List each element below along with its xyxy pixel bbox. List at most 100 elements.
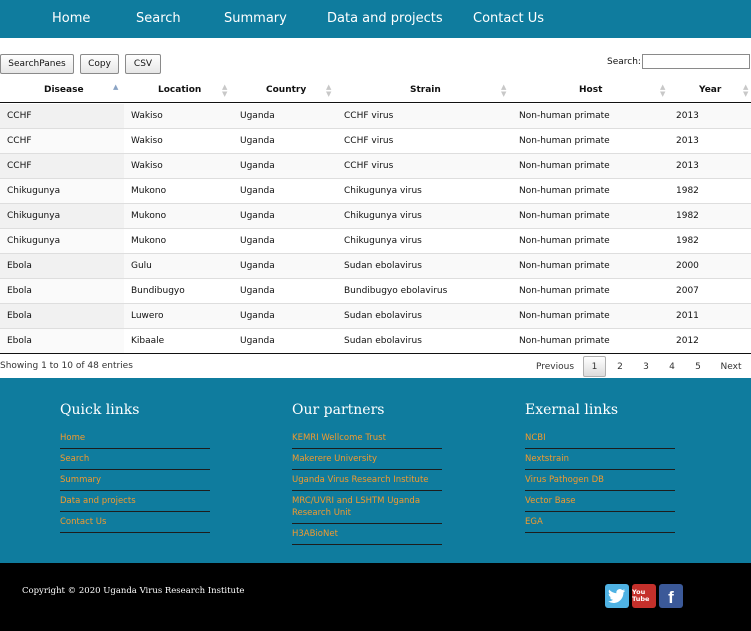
pagination-page-2[interactable]: 2 (610, 356, 630, 377)
table-row: Ebola Bundibugyo Uganda Bundibugyo ebola… (0, 279, 751, 304)
youtube-icon[interactable]: You Tube (632, 584, 656, 608)
partners-section: Our partners KEMRI Wellcome Trust Makere… (292, 378, 442, 545)
cell-country: Uganda (240, 111, 275, 121)
pagination-page-1[interactable]: 1 (583, 356, 606, 377)
cell-host: Non-human primate (519, 186, 610, 196)
cell-disease: CCHF (7, 161, 32, 171)
footer-link-data-and-projects[interactable]: Data and projects (60, 491, 210, 512)
column-header-year[interactable]: Year (699, 85, 721, 95)
cell-location: Wakiso (131, 161, 163, 171)
footer-link-search[interactable]: Search (60, 449, 210, 470)
column-header-strain[interactable]: Strain (410, 85, 441, 95)
cell-host: Non-human primate (519, 211, 610, 221)
cell-host: Non-human primate (519, 136, 610, 146)
cell-strain: Sudan ebolavirus (344, 261, 422, 271)
pagination-page-3[interactable]: 3 (636, 356, 656, 377)
column-header-country[interactable]: Country (266, 85, 306, 95)
footer-link-summary[interactable]: Summary (60, 470, 210, 491)
cell-location: Wakiso (131, 136, 163, 146)
cell-country: Uganda (240, 261, 275, 271)
table-info: Showing 1 to 10 of 48 entries (0, 361, 133, 371)
cell-year: 1982 (676, 211, 699, 221)
cell-year: 2000 (676, 261, 699, 271)
cell-host: Non-human primate (519, 311, 610, 321)
table-row: Ebola Gulu Uganda Sudan ebolavirus Non-h… (0, 254, 751, 279)
table-row: CCHF Wakiso Uganda CCHF virus Non-human … (0, 154, 751, 179)
cell-host: Non-human primate (519, 236, 610, 246)
cell-disease: Ebola (7, 261, 32, 271)
cell-disease: Ebola (7, 336, 32, 346)
copyright-bar: Copyright © 2020 Uganda Virus Research I… (0, 563, 751, 631)
column-header-location[interactable]: Location (158, 85, 201, 95)
cell-disease: Chikugunya (7, 211, 61, 221)
cell-year: 2013 (676, 161, 699, 171)
table-header: Disease ▲ Location ▲ ▼ Country ▲ ▼ Strain … (0, 80, 751, 103)
nav-contact-us[interactable]: Contact Us (473, 11, 544, 26)
sort-icon[interactable]: ▲ ▼ (743, 84, 748, 98)
facebook-icon[interactable]: f (659, 584, 683, 608)
cell-year: 2012 (676, 336, 699, 346)
partner-link-makerere[interactable]: Makerere University (292, 449, 442, 470)
pagination-previous[interactable]: Previous (532, 356, 578, 377)
cell-host: Non-human primate (519, 286, 610, 296)
table-row: Chikugunya Mukono Uganda Chikugunya viru… (0, 204, 751, 229)
partner-link-kemri[interactable]: KEMRI Wellcome Trust (292, 428, 442, 449)
cell-strain: CCHF virus (344, 136, 394, 146)
footer-link-contact-us[interactable]: Contact Us (60, 512, 210, 533)
cell-year: 1982 (676, 186, 699, 196)
external-link-ncbi[interactable]: NCBI (525, 428, 675, 449)
sort-icon[interactable]: ▲ ▼ (326, 84, 331, 98)
partner-link-mrc-uvri-lshtm[interactable]: MRC/UVRI and LSHTM Uganda Research Unit (292, 491, 442, 524)
partner-link-h3abionet[interactable]: H3ABioNet (292, 524, 442, 545)
copyright-text: Copyright © 2020 Uganda Virus Research I… (22, 586, 245, 596)
cell-host: Non-human primate (519, 336, 610, 346)
external-link-nextstrain[interactable]: Nextstrain (525, 449, 675, 470)
external-link-ega[interactable]: EGA (525, 512, 675, 533)
external-link-vector-base[interactable]: Vector Base (525, 491, 675, 512)
cell-location: Mukono (131, 211, 167, 221)
cell-country: Uganda (240, 336, 275, 346)
cell-location: Luwero (131, 311, 164, 321)
searchpanes-button[interactable]: SearchPanes (0, 54, 74, 74)
twitter-icon[interactable] (605, 584, 629, 608)
copy-button[interactable]: Copy (80, 54, 119, 74)
pagination-next[interactable]: Next (716, 356, 746, 377)
partner-link-uvri[interactable]: Uganda Virus Research Institute (292, 470, 442, 491)
cell-country: Uganda (240, 211, 275, 221)
nav-home[interactable]: Home (52, 11, 90, 26)
sort-asc-icon[interactable]: ▲ (113, 84, 118, 91)
cell-strain: CCHF virus (344, 161, 394, 171)
footer: Quick links Home Search Summary Data and… (0, 378, 751, 563)
search-input[interactable] (642, 54, 750, 69)
column-header-host[interactable]: Host (579, 85, 602, 95)
cell-location: Mukono (131, 236, 167, 246)
cell-host: Non-human primate (519, 161, 610, 171)
external-link-virus-pathogen-db[interactable]: Virus Pathogen DB (525, 470, 675, 491)
nav-summary[interactable]: Summary (224, 11, 287, 26)
nav-search[interactable]: Search (136, 11, 181, 26)
cell-disease: Ebola (7, 286, 32, 296)
cell-country: Uganda (240, 161, 275, 171)
sort-icon[interactable]: ▲ ▼ (660, 84, 665, 98)
cell-year: 1982 (676, 236, 699, 246)
cell-strain: Chikugunya virus (344, 211, 422, 221)
sort-icon[interactable]: ▲ ▼ (501, 84, 506, 98)
nav-data-and-projects[interactable]: Data and projects (327, 11, 443, 26)
footer-link-home[interactable]: Home (60, 428, 210, 449)
cell-host: Non-human primate (519, 261, 610, 271)
cell-disease: CCHF (7, 111, 32, 121)
sort-icon[interactable]: ▲ ▼ (222, 84, 227, 98)
cell-host: Non-human primate (519, 111, 610, 121)
cell-location: Wakiso (131, 111, 163, 121)
cell-country: Uganda (240, 311, 275, 321)
cell-strain: CCHF virus (344, 111, 394, 121)
cell-country: Uganda (240, 136, 275, 146)
cell-country: Uganda (240, 286, 275, 296)
csv-button[interactable]: CSV (125, 54, 161, 74)
pagination-page-5[interactable]: 5 (688, 356, 708, 377)
pagination-page-4[interactable]: 4 (662, 356, 682, 377)
table-row: Ebola Kibaale Uganda Sudan ebolavirus No… (0, 329, 751, 354)
partners-title: Our partners (292, 402, 385, 418)
column-header-disease[interactable]: Disease (44, 85, 84, 95)
cell-year: 2007 (676, 286, 699, 296)
